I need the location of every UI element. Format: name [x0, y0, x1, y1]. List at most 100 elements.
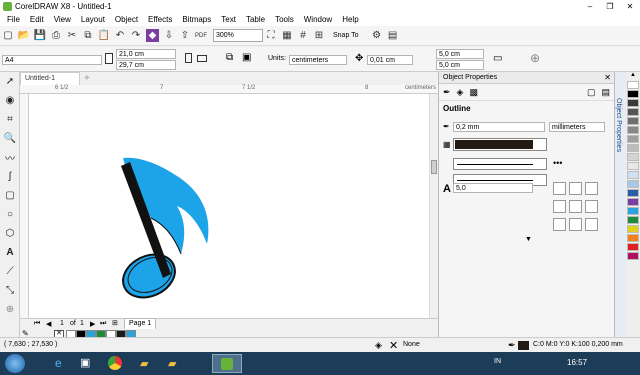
portrait-icon[interactable] [105, 53, 113, 64]
show-rulers-icon[interactable]: ▦ [279, 28, 295, 44]
paste-icon[interactable]: 📋 [96, 28, 112, 44]
color-swatch[interactable] [627, 117, 639, 125]
menu-window[interactable]: Window [299, 15, 337, 24]
color-swatch[interactable] [627, 243, 639, 251]
chrome-taskbar-icon[interactable] [108, 356, 122, 370]
polygon-tool-icon[interactable]: ⬡ [0, 224, 20, 243]
palette-scroll-up-icon[interactable]: ▲ [626, 72, 640, 80]
search-content-icon[interactable]: ◆ [146, 29, 159, 42]
page-width-field[interactable]: 21,0 cm [116, 49, 176, 59]
color-swatch[interactable] [627, 144, 639, 152]
miter-limit-field[interactable]: 5,0 [453, 183, 533, 193]
start-button-icon[interactable] [5, 354, 25, 373]
show-grid-icon[interactable]: # [295, 28, 311, 44]
media-taskbar-icon[interactable]: ▣ [80, 356, 90, 369]
print-icon[interactable]: ⎙ [48, 28, 64, 44]
prev-page-icon[interactable]: ◀ [46, 320, 51, 328]
rectangle-tool-icon[interactable]: ▢ [0, 186, 20, 205]
import-icon[interactable]: ⇩ [161, 28, 177, 44]
corner-round-icon[interactable] [569, 182, 582, 195]
menu-bitmaps[interactable]: Bitmaps [177, 15, 216, 24]
position-outside-icon[interactable] [553, 218, 566, 231]
color-swatch[interactable] [627, 171, 639, 179]
options-gear-icon[interactable]: ⚙ [369, 28, 385, 44]
color-swatch[interactable] [627, 90, 639, 98]
artistic-media-icon[interactable]: ʃ [0, 167, 20, 186]
color-swatch[interactable] [627, 198, 639, 206]
add-icon[interactable]: ⊕ [530, 51, 540, 65]
zoom-level-field[interactable]: 300% [213, 29, 263, 42]
color-swatch[interactable] [627, 126, 639, 134]
add-tool-icon[interactable]: ⊕ [0, 300, 20, 319]
outline-width-field[interactable]: 0,2 mm [453, 122, 545, 132]
all-pages-icon[interactable]: ⧉ [226, 52, 233, 63]
expand-section-icon[interactable]: ▼ [525, 236, 532, 243]
save-icon[interactable]: 💾 [32, 28, 48, 44]
page-size-select[interactable]: A4 [2, 55, 102, 65]
crop-tool-icon[interactable]: ⌗ [0, 110, 20, 129]
application-launcher-icon[interactable]: ▤ [385, 28, 401, 44]
color-swatch[interactable] [627, 153, 639, 161]
position-center-icon[interactable] [569, 218, 582, 231]
new-tab-icon[interactable]: + [84, 73, 90, 84]
treat-as-filled-icon[interactable]: ▭ [493, 53, 502, 64]
docker-frame-icon[interactable]: ▢ [587, 87, 596, 98]
coreldraw-taskbar-icon[interactable] [212, 354, 242, 373]
vertical-scrollbar[interactable] [429, 94, 438, 318]
landscape-orientation-icon[interactable] [197, 55, 207, 62]
snap-to-dropdown[interactable]: Snap To [333, 32, 359, 39]
transparency-tab-icon[interactable]: ▩ [469, 87, 478, 98]
color-swatch[interactable] [627, 225, 639, 233]
menu-layout[interactable]: Layout [76, 15, 110, 24]
docker-options-icon[interactable]: ▤ [601, 87, 610, 98]
drawing-canvas[interactable] [29, 94, 429, 318]
nudge-distance-field[interactable]: 0,01 cm [367, 55, 413, 65]
duplicate-distance-y-field[interactable]: 5,0 cm [436, 60, 484, 70]
parallel-dimension-icon[interactable]: ⟋ [0, 262, 20, 281]
outline-color-picker[interactable] [453, 138, 547, 151]
export-icon[interactable]: ⇧ [177, 28, 193, 44]
shape-tool-icon[interactable]: ◉ [0, 91, 20, 110]
close-button[interactable]: ✕ [620, 2, 640, 11]
line-cap-square-icon[interactable] [585, 200, 598, 213]
open-icon[interactable]: 📂 [16, 28, 32, 44]
menu-view[interactable]: View [49, 15, 76, 24]
copy-icon[interactable]: ⧉ [80, 28, 96, 44]
menu-effects[interactable]: Effects [143, 15, 177, 24]
color-swatch[interactable] [627, 99, 639, 107]
freehand-tool-icon[interactable]: 〰 [0, 148, 20, 167]
add-page-icon[interactable]: ⊞ [112, 319, 118, 327]
explorer-taskbar-icon[interactable]: ▰ [140, 357, 148, 370]
minimize-button[interactable]: – [580, 2, 600, 11]
menu-help[interactable]: Help [337, 15, 363, 24]
ellipse-tool-icon[interactable]: ○ [0, 205, 20, 224]
document-tab[interactable]: Untitled-1 [20, 72, 80, 85]
outline-pen-tab-icon[interactable]: ✒ [443, 87, 451, 98]
corner-miter-icon[interactable] [553, 182, 566, 195]
position-inside-icon[interactable] [585, 218, 598, 231]
units-select[interactable]: centimeters [289, 55, 347, 65]
portrait-orientation-icon[interactable] [185, 53, 192, 63]
cut-icon[interactable]: ✂ [64, 28, 80, 44]
color-swatch[interactable] [627, 108, 639, 116]
menu-edit[interactable]: Edit [25, 15, 49, 24]
folder-taskbar-icon[interactable]: ▰ [168, 357, 176, 370]
horizontal-ruler[interactable]: 6 1/2 7 7 1/2 8 centimeters [20, 85, 438, 94]
docker-close-icon[interactable]: ✕ [604, 73, 611, 82]
color-swatch[interactable] [627, 252, 639, 260]
menu-tools[interactable]: Tools [270, 15, 299, 24]
music-note-drawing[interactable] [29, 94, 429, 318]
last-page-icon[interactable]: ⏭ [100, 320, 106, 328]
publish-pdf-icon[interactable]: PDF [193, 28, 209, 44]
scroll-thumb[interactable] [431, 160, 437, 174]
color-swatch[interactable] [627, 180, 639, 188]
object-properties-docker-tab[interactable]: Object Properties [615, 98, 622, 152]
vertical-ruler[interactable] [20, 94, 29, 318]
duplicate-distance-x-field[interactable]: 5,0 cm [436, 49, 484, 59]
redo-icon[interactable]: ↷ [128, 28, 144, 44]
full-screen-icon[interactable]: ⛶ [263, 28, 279, 44]
current-page-icon[interactable]: ▣ [242, 52, 251, 63]
language-indicator[interactable]: IN [494, 358, 501, 365]
outline-units-select[interactable]: millimeters [549, 122, 605, 132]
fill-tab-icon[interactable]: ◈ [457, 87, 464, 98]
